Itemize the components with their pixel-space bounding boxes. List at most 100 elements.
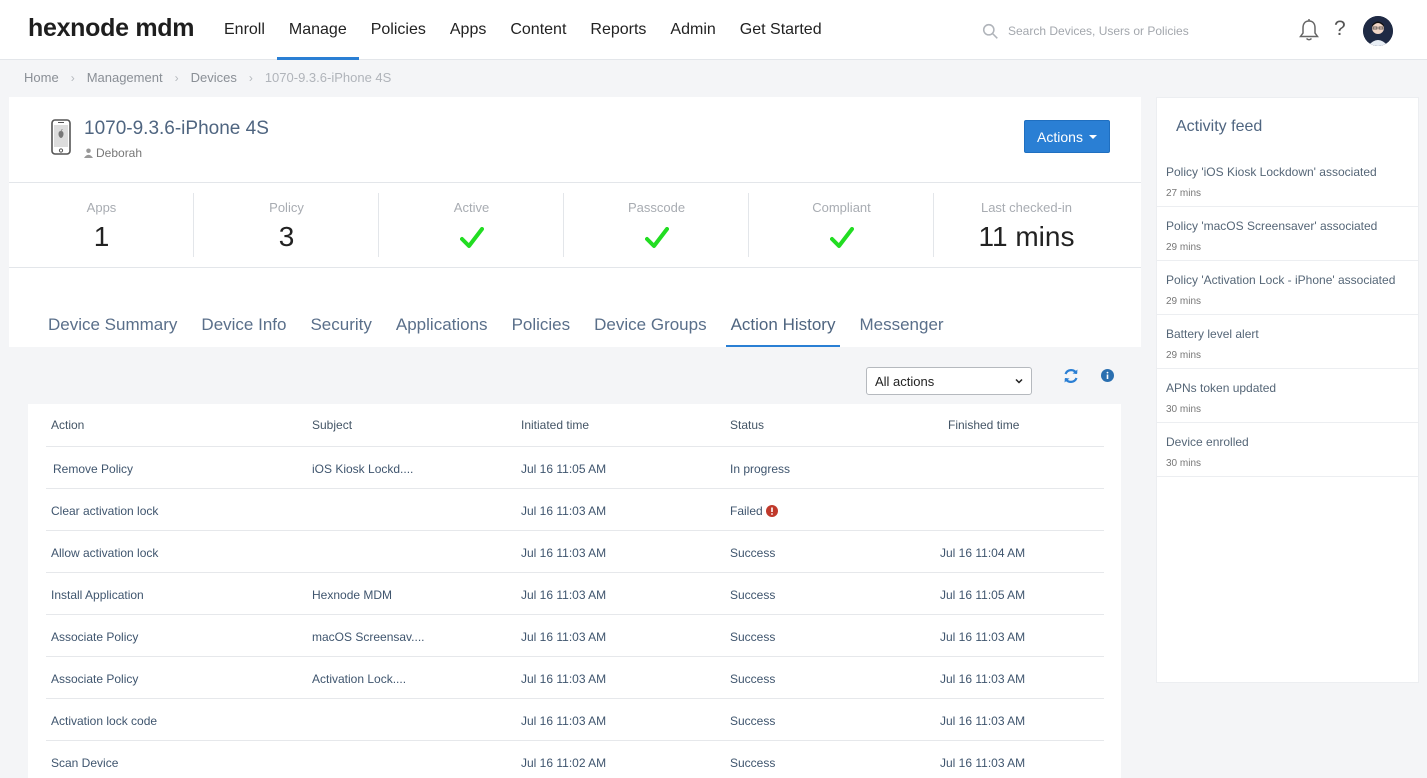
breadcrumb-current: 1070-9.3.6-iPhone 4S — [264, 70, 392, 85]
activity-feed: Activity feed Policy 'iOS Kiosk Lockdown… — [1156, 97, 1419, 683]
tab-device-summary[interactable]: Device Summary — [48, 315, 177, 347]
avatar[interactable] — [1363, 16, 1393, 46]
tab-applications[interactable]: Applications — [396, 315, 488, 347]
breadcrumb-devices[interactable]: Devices — [191, 70, 237, 85]
row-finished: Jul 16 11:03 AM — [940, 756, 1026, 770]
nav-enroll[interactable]: Enroll — [212, 0, 277, 60]
table-row[interactable]: Activation lock code Jul 16 11:03 AM Suc… — [46, 698, 1104, 740]
stat-apps[interactable]: Apps 1 — [9, 183, 194, 268]
row-subject: macOS Screensav.... — [312, 630, 425, 644]
row-action: Activation lock code — [51, 714, 158, 728]
row-finished: Jul 16 11:03 AM — [940, 672, 1026, 686]
nav-policies[interactable]: Policies — [359, 0, 438, 60]
column-header-initiated-time[interactable]: Initiated time — [521, 418, 589, 432]
help-icon[interactable]: ? — [1334, 17, 1346, 41]
stat-value: 3 — [278, 221, 295, 252]
device-name: 1070-9.3.6-iPhone 4S — [84, 118, 269, 139]
feed-item[interactable]: Policy 'Activation Lock - iPhone' associ… — [1157, 261, 1418, 315]
stat-label: Apps — [86, 200, 117, 215]
row-action: Remove Policy — [53, 462, 134, 476]
breadcrumb-management[interactable]: Management — [87, 70, 163, 85]
caret-down-icon — [1088, 135, 1097, 139]
info-icon[interactable] — [1101, 369, 1114, 382]
feed-item-time: 30 mins — [1166, 458, 1202, 469]
stat-policy[interactable]: Policy 3 — [194, 183, 379, 268]
feed-item[interactable]: Policy 'macOS Screensaver' associated 29… — [1157, 207, 1418, 261]
tab-device-groups[interactable]: Device Groups — [594, 315, 706, 347]
nav-manage[interactable]: Manage — [276, 0, 359, 60]
row-subject: Hexnode MDM — [312, 588, 393, 602]
feed-item-time: 29 mins — [1166, 296, 1202, 307]
feed-item-time: 29 mins — [1166, 242, 1202, 253]
stat-passcode: Passcode — [564, 183, 749, 268]
row-status: Failed — [730, 504, 778, 518]
row-initiated: Jul 16 11:03 AM — [521, 546, 607, 560]
row-initiated: Jul 16 11:02 AM — [521, 756, 607, 770]
row-action: Clear activation lock — [51, 504, 159, 518]
column-header-status[interactable]: Status — [730, 418, 764, 432]
tab-security[interactable]: Security — [310, 315, 371, 347]
feed-item-text: Policy 'iOS Kiosk Lockdown' associated — [1166, 165, 1377, 179]
table-row[interactable]: Clear activation lock Jul 16 11:03 AM Fa… — [46, 488, 1104, 530]
bell-icon[interactable] — [1298, 18, 1320, 42]
chevron-right-icon: › — [174, 70, 179, 85]
feed-item-time: 30 mins — [1166, 404, 1202, 415]
feed-item[interactable]: Device enrolled 30 mins — [1157, 423, 1418, 477]
table-row[interactable]: Scan Device Jul 16 11:02 AM Success Jul … — [46, 740, 1104, 778]
search-icon — [982, 23, 998, 39]
nav-content[interactable]: Content — [498, 0, 578, 60]
device-user: Deborah — [84, 146, 142, 160]
row-initiated: Jul 16 11:03 AM — [521, 504, 607, 518]
nav-reports[interactable]: Reports — [578, 0, 658, 60]
hexnode-logo[interactable]: hexnode mdm — [28, 14, 194, 43]
stat-label: Policy — [269, 200, 304, 215]
refresh-icon[interactable] — [1062, 367, 1080, 385]
tab-action-history[interactable]: Action History — [725, 315, 841, 347]
action-history-table: Action Subject Initiated time Status Fin… — [28, 404, 1121, 778]
nav-get-started[interactable]: Get Started — [728, 0, 834, 60]
stat-label: Active — [453, 200, 490, 215]
column-header-subject[interactable]: Subject — [312, 418, 352, 432]
feed-item-text: APNs token updated — [1166, 381, 1277, 395]
error-icon[interactable] — [765, 505, 778, 517]
feed-item[interactable]: Policy 'iOS Kiosk Lockdown' associated 2… — [1157, 153, 1418, 207]
nav-admin[interactable]: Admin — [658, 0, 727, 60]
feed-item[interactable]: APNs token updated 30 mins — [1157, 369, 1418, 423]
row-status: Success — [730, 546, 776, 560]
row-action: Scan Device — [51, 756, 119, 770]
feed-item[interactable]: Battery level alert 29 mins — [1157, 315, 1418, 369]
stat-value: 1 — [93, 221, 110, 252]
stat-last-checked-in: Last checked-in 11 mins — [934, 183, 1119, 268]
row-initiated: Jul 16 11:03 AM — [521, 714, 607, 728]
table-row[interactable]: Allow activation lock Jul 16 11:03 AM Su… — [46, 530, 1104, 572]
table-row[interactable]: Associate Policy Activation Lock.... Jul… — [46, 656, 1104, 698]
actions-filter-select[interactable]: All actions — [866, 367, 1032, 395]
breadcrumb: Home › Management › Devices › 1070-9.3.6… — [24, 70, 391, 85]
row-subject: iOS Kiosk Lockd.... — [312, 462, 414, 476]
row-status: Success — [730, 714, 776, 728]
row-status: Success — [730, 756, 776, 770]
search-input[interactable] — [1008, 24, 1248, 38]
actions-button[interactable]: Actions — [1024, 120, 1110, 153]
table-row[interactable]: Install Application Hexnode MDM Jul 16 1… — [46, 572, 1104, 614]
chevron-right-icon: › — [70, 70, 75, 85]
row-finished: Jul 16 11:05 AM — [940, 588, 1026, 602]
table-row[interactable]: Associate Policy macOS Screensav.... Jul… — [46, 614, 1104, 656]
tab-messenger[interactable]: Messenger — [859, 315, 943, 347]
check-icon — [644, 227, 669, 248]
breadcrumb-home[interactable]: Home — [24, 70, 59, 85]
column-header-action[interactable]: Action — [51, 418, 84, 432]
main-nav: Enroll Manage Policies Apps Content Repo… — [212, 0, 834, 60]
row-action: Associate Policy — [51, 630, 139, 644]
table-row[interactable]: Remove Policy iOS Kiosk Lockd.... Jul 16… — [46, 446, 1104, 488]
top-navbar: hexnode mdm Enroll Manage Policies Apps … — [0, 0, 1427, 60]
stat-label: Compliant — [812, 200, 871, 215]
column-header-finished-time[interactable]: Finished time — [948, 418, 1019, 432]
device-tabs: Device Summary Device Info Security Appl… — [48, 315, 968, 347]
tab-policies[interactable]: Policies — [512, 315, 571, 347]
tab-device-info[interactable]: Device Info — [201, 315, 286, 347]
nav-apps[interactable]: Apps — [438, 0, 498, 60]
row-initiated: Jul 16 11:05 AM — [521, 462, 607, 476]
check-icon — [829, 227, 854, 248]
check-icon — [459, 227, 484, 248]
